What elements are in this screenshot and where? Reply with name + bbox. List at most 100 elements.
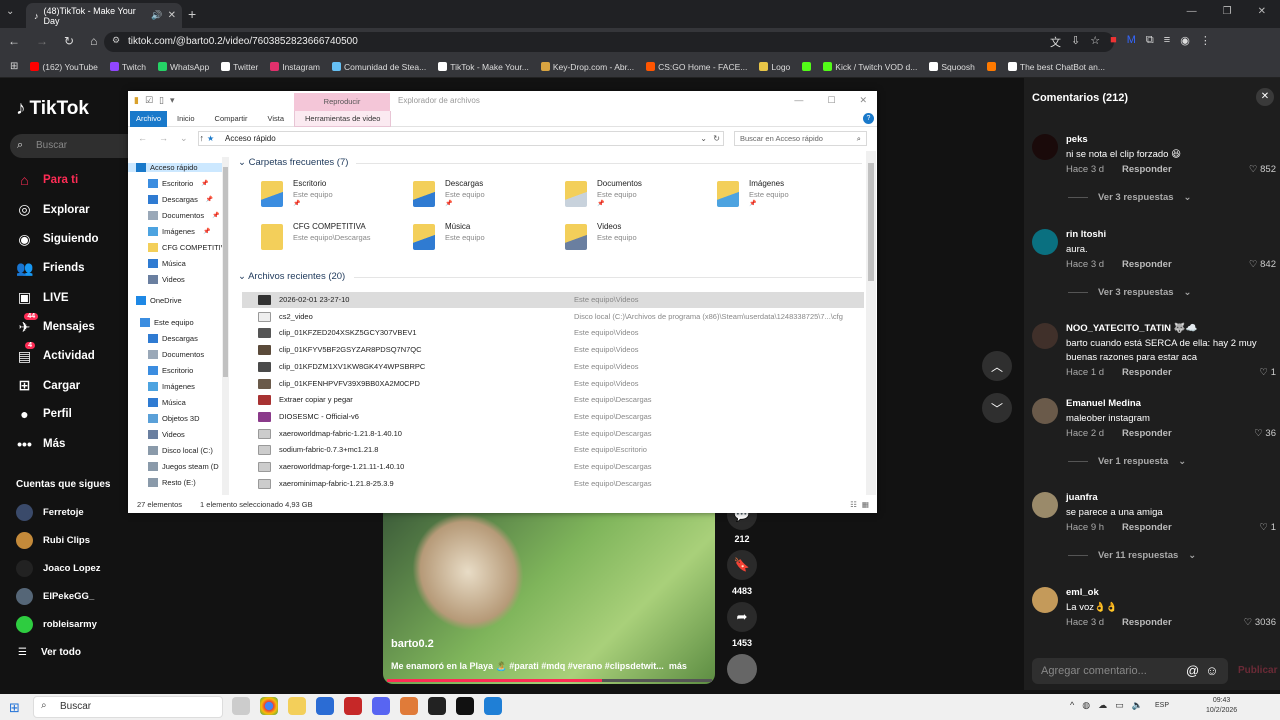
new-tab-button[interactable]: + bbox=[188, 6, 196, 22]
bookmark-item[interactable]: Key-Drop.com - Abr... bbox=[540, 62, 634, 72]
comment-username[interactable]: NOO_YATECITO_TATIN 🐺☁️ bbox=[1066, 323, 1197, 334]
obs-icon[interactable] bbox=[428, 697, 446, 715]
close-comments-button[interactable]: ✕ bbox=[1256, 88, 1274, 106]
minimize-icon[interactable]: — bbox=[1187, 6, 1197, 17]
bookmark-item[interactable]: CS:GO Home - FACE... bbox=[646, 62, 747, 72]
nav-pane-item[interactable]: Música bbox=[148, 259, 186, 268]
properties-icon[interactable]: ☑ bbox=[145, 95, 153, 106]
explorer-search-input[interactable]: Buscar en Acceso rápido ⌕ bbox=[734, 131, 867, 146]
recent-file-row[interactable]: xaeroworldmap-fabric-1.21.8-1.40.10 Este … bbox=[242, 426, 864, 442]
frequent-folder[interactable]: Documentos Este equipo 📌 bbox=[565, 179, 705, 215]
nav-pane-item[interactable]: Disco local (C:) bbox=[148, 446, 213, 455]
sidebar-item-más[interactable]: ••• Más bbox=[16, 436, 65, 452]
nav-pane-item[interactable]: Música bbox=[148, 398, 186, 407]
view-replies-button[interactable]: Ver 3 respuestas ⌄ bbox=[1068, 192, 1192, 203]
tab-close-icon[interactable]: ✕ bbox=[168, 10, 176, 21]
next-video-button[interactable]: ﹀ bbox=[982, 393, 1012, 423]
video-author[interactable]: barto0.2 bbox=[391, 638, 434, 650]
reply-button[interactable]: Responder bbox=[1122, 428, 1172, 439]
share-button[interactable]: ➦ bbox=[727, 602, 757, 632]
frequent-folders-heading[interactable]: ⌄ Carpetas frecuentes (7) bbox=[238, 157, 348, 168]
sidebar-item-live[interactable]: ▣ LIVE bbox=[16, 289, 69, 306]
microphone-icon[interactable] bbox=[400, 697, 418, 715]
avatar[interactable] bbox=[1032, 134, 1058, 160]
reply-button[interactable]: Responder bbox=[1122, 367, 1172, 378]
task-view-icon[interactable] bbox=[232, 697, 250, 715]
ribbon-tab[interactable]: Archivo bbox=[130, 110, 168, 127]
reply-button[interactable]: Responder bbox=[1122, 522, 1172, 533]
following-account[interactable]: Joaco Lopez bbox=[16, 560, 101, 577]
new-folder-icon[interactable]: ▯ bbox=[159, 95, 164, 106]
view-replies-button[interactable]: Ver 1 respuesta ⌄ bbox=[1068, 456, 1186, 467]
language-indicator[interactable]: ESP bbox=[1155, 702, 1169, 709]
install-icon[interactable]: ⇩ bbox=[1071, 34, 1080, 50]
sidebar-item-cargar[interactable]: ⊞ Cargar bbox=[16, 377, 80, 394]
tab-audio-icon[interactable]: 🔊 bbox=[151, 10, 162, 21]
extensions-puzzle-icon[interactable]: ⧉ bbox=[1146, 34, 1154, 50]
bookmark-item[interactable]: Logo bbox=[759, 62, 790, 72]
nav-pane-item[interactable]: Objetos 3D bbox=[148, 414, 200, 423]
frequent-folder[interactable]: Música Este equipo bbox=[413, 222, 553, 258]
tiktok-logo[interactable]: ♪ TikTok bbox=[16, 98, 89, 120]
bookmark-item[interactable] bbox=[986, 62, 996, 71]
file-explorer-icon[interactable] bbox=[288, 697, 306, 715]
nav-pane-item[interactable]: Documentos 📌 bbox=[148, 211, 220, 220]
comment-username[interactable]: peks bbox=[1066, 134, 1088, 145]
bookmark-star-icon[interactable]: ☆ bbox=[1090, 34, 1100, 50]
nav-pane-item[interactable]: Juegos steam (D bbox=[148, 462, 219, 471]
music-disc-avatar[interactable] bbox=[727, 654, 757, 684]
nav-pane-item[interactable]: Descargas 📌 bbox=[148, 195, 213, 204]
recent-file-row[interactable]: Extraer copiar y pegar Este equipo\Descar… bbox=[242, 392, 864, 408]
tiles-view-icon[interactable]: ▦ bbox=[862, 500, 869, 509]
search-input[interactable]: Buscar bbox=[10, 134, 128, 158]
extension-red-icon[interactable]: ■ bbox=[1110, 34, 1117, 50]
recent-file-row[interactable]: clip_01KFENHPVFV39X9BB0XA2M0CPD Este equi… bbox=[242, 376, 864, 392]
see-all-link[interactable]: ☰ Ver todo bbox=[18, 647, 81, 658]
recent-file-row[interactable]: sodium-fabric-0.7.3+mc1.21.8 Este equipo\… bbox=[242, 442, 864, 458]
like-button[interactable]: ♡ 1 bbox=[1260, 367, 1276, 378]
comment-username[interactable]: juanfra bbox=[1066, 492, 1098, 503]
explorer-minimize-icon[interactable]: — bbox=[794, 95, 803, 106]
sidebar-item-mensajes[interactable]: ✈ 44 Mensajes bbox=[16, 312, 95, 336]
sidebar-item-friends[interactable]: 👥 Friends bbox=[16, 260, 85, 277]
nav-pane-item[interactable]: OneDrive bbox=[136, 296, 182, 305]
taskbar-clock[interactable]: 09:43 10/2/2026 bbox=[1206, 696, 1237, 716]
emoji-icon[interactable]: ☺ bbox=[1205, 663, 1218, 678]
sidebar-item-actividad[interactable]: ▤ 4 Actividad bbox=[16, 341, 95, 365]
reply-button[interactable]: Responder bbox=[1122, 259, 1172, 270]
bookmark-item[interactable]: Squoosh bbox=[929, 62, 975, 72]
tab-search-icon[interactable]: ⌄ bbox=[6, 6, 14, 17]
url-bar[interactable]: tiktok.com/@barto0.2/video/7603852823666… bbox=[104, 32, 1114, 52]
explorer-address-bar[interactable]: Acceso rápido ★ ⌄ ↻ bbox=[198, 131, 724, 146]
mention-icon[interactable]: @ bbox=[1186, 663, 1199, 678]
recent-file-row[interactable]: xaeroworldmap-forge-1.21.11-1.40.10 Este … bbox=[242, 459, 864, 475]
bookmark-item[interactable]: WhatsApp bbox=[157, 62, 209, 72]
maximize-icon[interactable]: ❐ bbox=[1223, 6, 1232, 17]
bookmark-item[interactable]: Instagram bbox=[270, 62, 320, 72]
bookmark-item[interactable]: Twitch bbox=[109, 62, 146, 72]
avatar[interactable] bbox=[1032, 587, 1058, 613]
sidebar-item-para-ti[interactable]: ⌂ Para ti bbox=[16, 172, 78, 188]
close-window-icon[interactable]: ✕ bbox=[1258, 6, 1266, 17]
post-button[interactable]: Publicar bbox=[1238, 665, 1277, 676]
explorer-back-icon[interactable]: ← bbox=[138, 133, 147, 144]
translate-icon[interactable]: 文 bbox=[1050, 34, 1061, 50]
extension-blue-icon[interactable]: M bbox=[1127, 34, 1136, 50]
view-replies-button[interactable]: Ver 3 respuestas ⌄ bbox=[1068, 287, 1192, 298]
recent-file-row[interactable]: 2026-02-01 23-27-10 Este equipo\Videos bbox=[242, 292, 864, 308]
bookmark-item[interactable]: Twitter bbox=[221, 62, 258, 72]
nav-pane-item[interactable]: Escritorio 📌 bbox=[148, 179, 209, 188]
frequent-folder[interactable]: CFG COMPETITIVA Este equipo\Descargas bbox=[261, 222, 401, 258]
like-button[interactable]: ♡ 36 bbox=[1254, 428, 1276, 439]
ribbon-tab[interactable]: Inicio bbox=[167, 114, 205, 123]
recent-file-row[interactable]: clip_01KFDZM1XV1KW8GK4Y4WPSBRPC Este equi… bbox=[242, 359, 864, 375]
following-account[interactable]: Ferretoje bbox=[16, 504, 84, 521]
like-button[interactable]: ♡ 1 bbox=[1260, 522, 1276, 533]
address-refresh-icon[interactable]: ↻ bbox=[713, 132, 720, 145]
recent-locations-icon[interactable]: ⌄ bbox=[180, 133, 188, 144]
nav-pane-item[interactable]: Este equipo bbox=[140, 318, 194, 327]
play-context-tab[interactable]: Reproducir bbox=[294, 93, 390, 111]
frequent-folder[interactable]: Escritorio Este equipo 📌 bbox=[261, 179, 401, 215]
windows-start-icon[interactable]: ⊞ bbox=[9, 700, 20, 716]
media-player-icon[interactable] bbox=[484, 697, 502, 715]
